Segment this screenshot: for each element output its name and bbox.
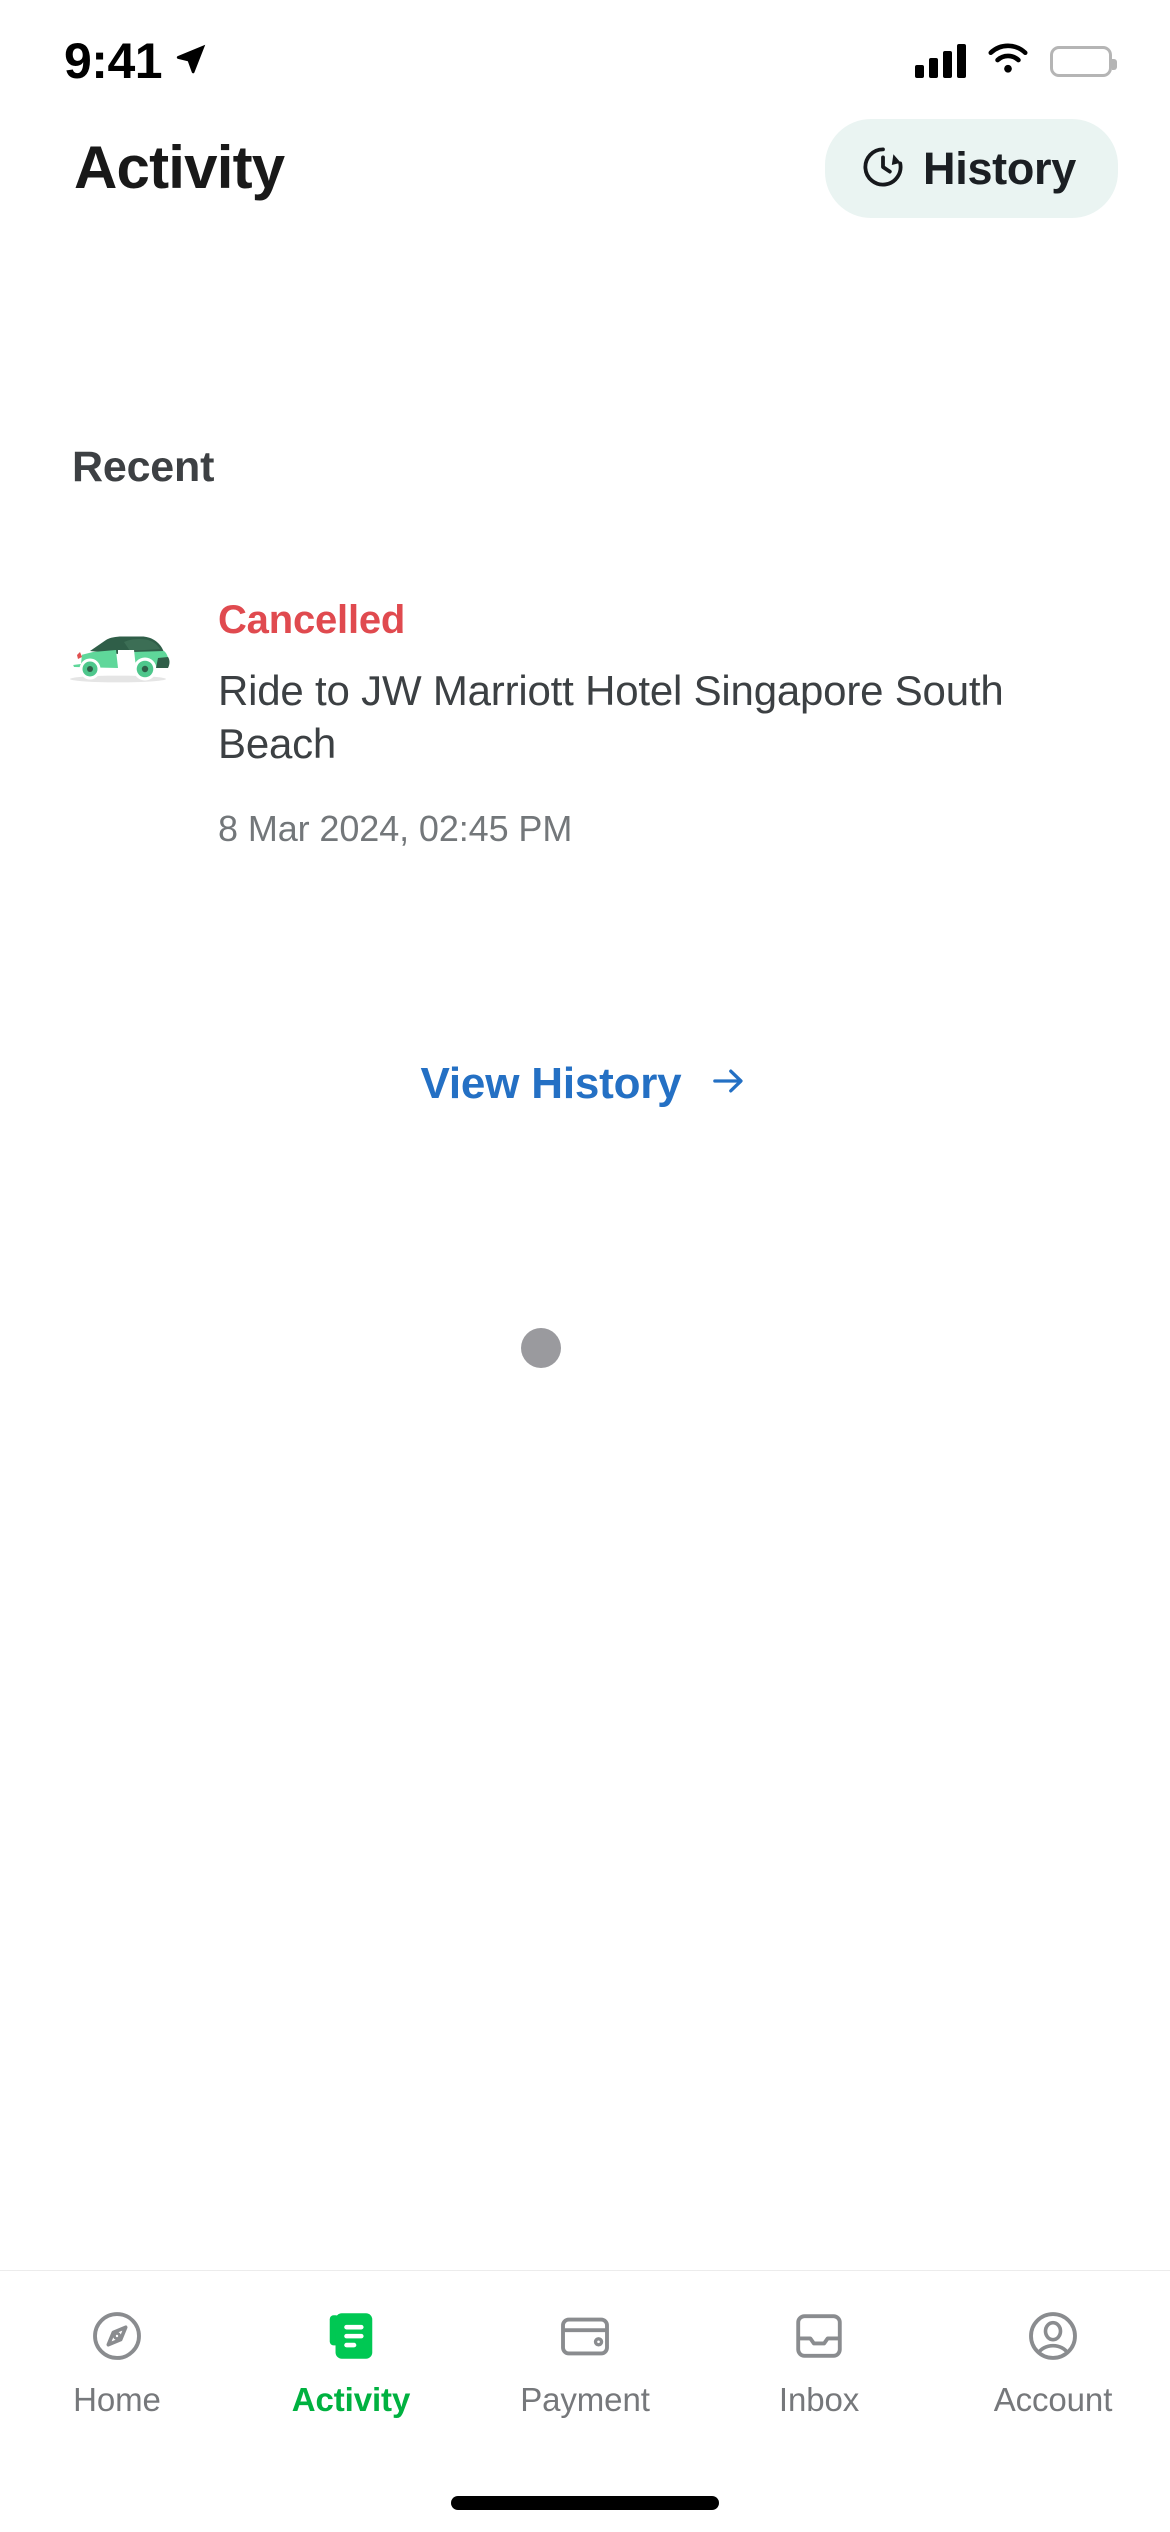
cellular-signal-icon <box>915 44 966 78</box>
history-button[interactable]: History <box>825 118 1118 218</box>
battery-full-icon <box>1050 45 1117 77</box>
status-bar-right <box>915 42 1117 81</box>
app-screen: 9:41 Activity History Recent Cancelled R… <box>0 0 1170 2532</box>
page-title: Activity <box>74 134 285 201</box>
tab-account-label: Account <box>993 2381 1113 2418</box>
wifi-icon <box>986 42 1030 81</box>
wallet-icon <box>556 2305 614 2367</box>
tab-activity[interactable]: Activity <box>234 2305 468 2416</box>
user-circle-icon <box>1024 2305 1082 2367</box>
page-header: Activity History <box>0 108 1170 228</box>
document-list-icon <box>322 2305 380 2367</box>
bottom-tab-bar: Home Activity Payment Inbox Account <box>0 2270 1170 2532</box>
ride-details: Cancelled Ride to JW Marriott Hotel Sing… <box>172 600 1098 847</box>
recent-section-title: Recent <box>72 443 215 491</box>
tab-account[interactable]: Account <box>936 2305 1170 2416</box>
view-history-label: View History <box>420 1058 682 1108</box>
location-arrow-icon <box>172 40 210 83</box>
status-bar-clock: 9:41 <box>64 33 163 89</box>
loading-dot-icon <box>521 1328 561 1368</box>
ride-datetime: 8 Mar 2024, 02:45 PM <box>218 807 573 849</box>
home-indicator <box>451 2496 719 2510</box>
ride-title: Ride to JW Marriott Hotel Singapore Sout… <box>218 667 1004 768</box>
tab-home-label: Home <box>73 2381 161 2418</box>
compass-icon <box>88 2305 146 2367</box>
inbox-tray-icon <box>790 2305 848 2367</box>
tab-payment-label: Payment <box>520 2381 650 2418</box>
tab-home[interactable]: Home <box>0 2305 234 2416</box>
arrow-right-icon <box>707 1060 749 1107</box>
tab-activity-label: Activity <box>291 2381 411 2418</box>
tab-payment[interactable]: Payment <box>468 2305 702 2416</box>
tab-inbox[interactable]: Inbox <box>702 2305 936 2416</box>
tab-inbox-label: Inbox <box>778 2381 860 2418</box>
status-bar: 9:41 <box>0 0 1170 100</box>
history-button-label: History <box>923 142 1076 194</box>
view-history-link[interactable]: View History <box>0 1060 1170 1107</box>
status-bar-left: 9:41 <box>64 36 210 86</box>
green-car-icon <box>60 600 172 691</box>
ride-status-badge: Cancelled <box>218 598 406 642</box>
clock-history-icon <box>859 143 907 194</box>
ride-list-item[interactable]: Cancelled Ride to JW Marriott Hotel Sing… <box>0 600 1170 847</box>
